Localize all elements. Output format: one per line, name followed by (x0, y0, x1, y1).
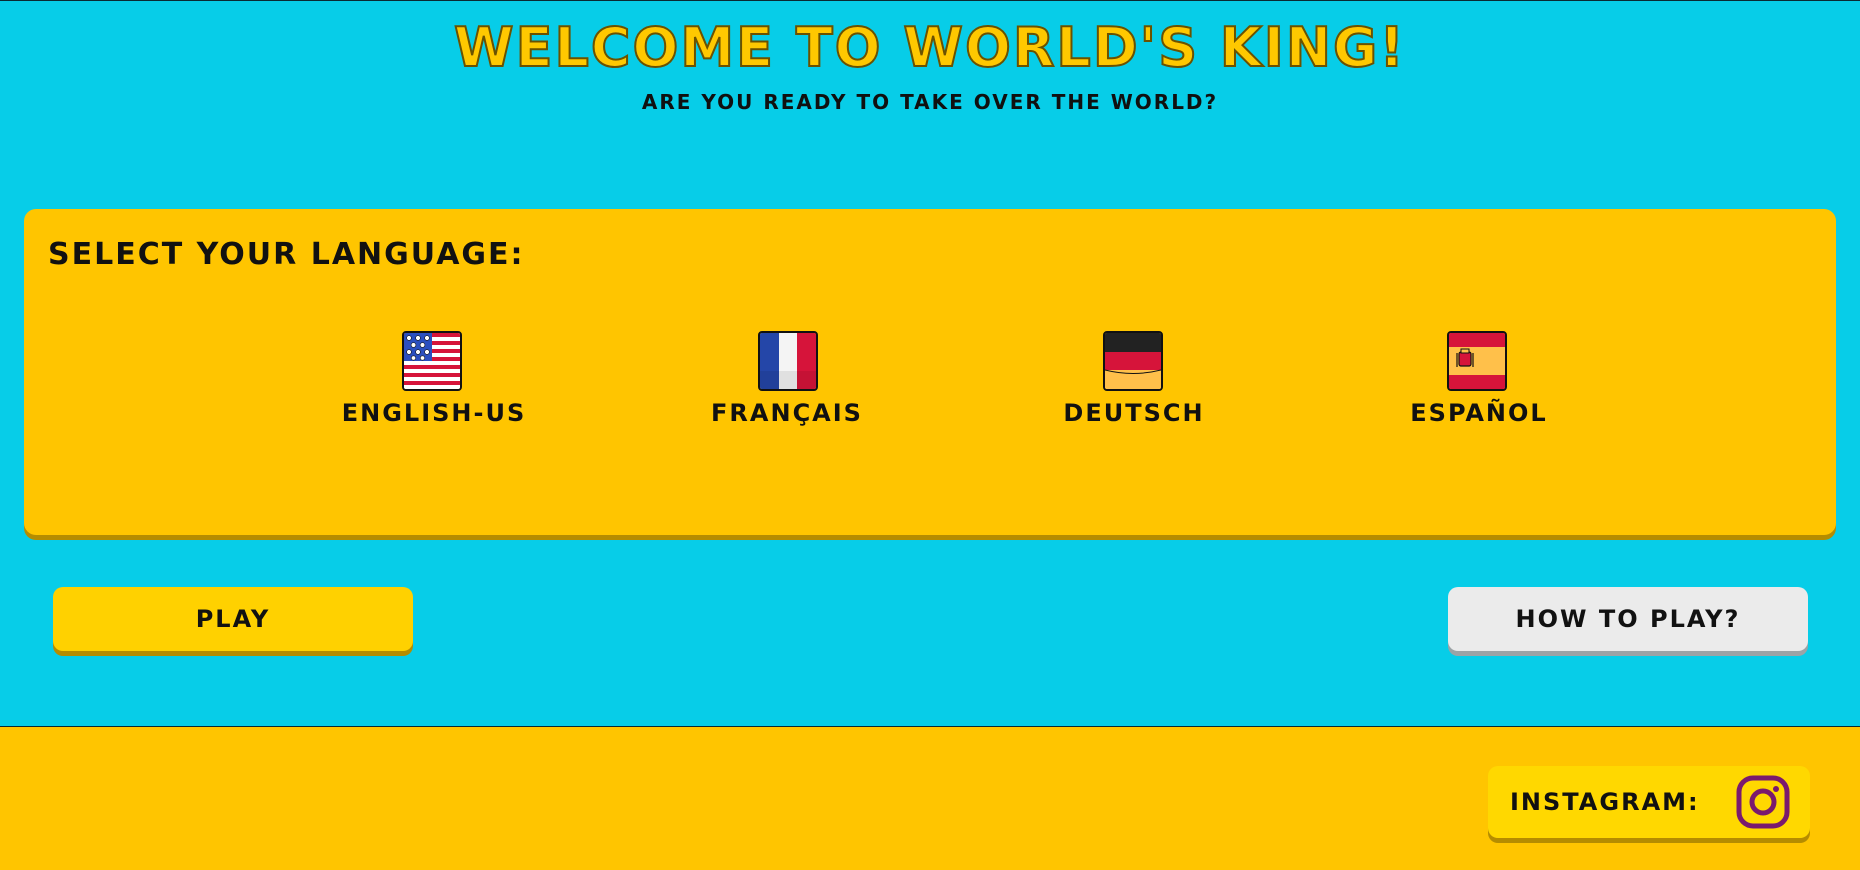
instagram-link[interactable]: INSTAGRAM: (1488, 766, 1810, 838)
language-label: ENGLISH-US (341, 399, 527, 427)
language-label: ESPAÑOL (1410, 399, 1548, 427)
language-option-espanol[interactable]: ESPAÑOL (1384, 331, 1574, 441)
how-to-play-button[interactable]: HOW TO PLAY? (1448, 587, 1808, 651)
top-border (0, 0, 1860, 1)
page-subtitle: ARE YOU READY TO TAKE OVER THE WORLD? (641, 90, 1219, 114)
page-title: WELCOME TO WORLD'S KING! (453, 15, 1406, 80)
germany-flag-icon (1103, 331, 1163, 391)
language-option-deutsch[interactable]: DEUTSCH (1039, 331, 1229, 441)
language-heading: SELECT YOUR LANGUAGE: (48, 237, 525, 272)
language-option-francais[interactable]: FRANÇAIS (687, 331, 887, 441)
play-button[interactable]: PLAY (53, 587, 413, 651)
spain-flag-icon (1447, 331, 1507, 391)
footer: INSTAGRAM: (0, 726, 1860, 870)
instagram-label: INSTAGRAM: (1510, 788, 1700, 816)
language-label: FRANÇAIS (711, 399, 863, 427)
us-flag-icon (402, 331, 462, 391)
language-label: DEUTSCH (1063, 399, 1205, 427)
france-flag-icon (758, 331, 818, 391)
language-panel: SELECT YOUR LANGUAGE: ENGLISH-US FRANÇAI… (24, 209, 1836, 535)
language-option-english-us[interactable]: ENGLISH-US (319, 331, 549, 441)
instagram-icon (1736, 775, 1790, 829)
